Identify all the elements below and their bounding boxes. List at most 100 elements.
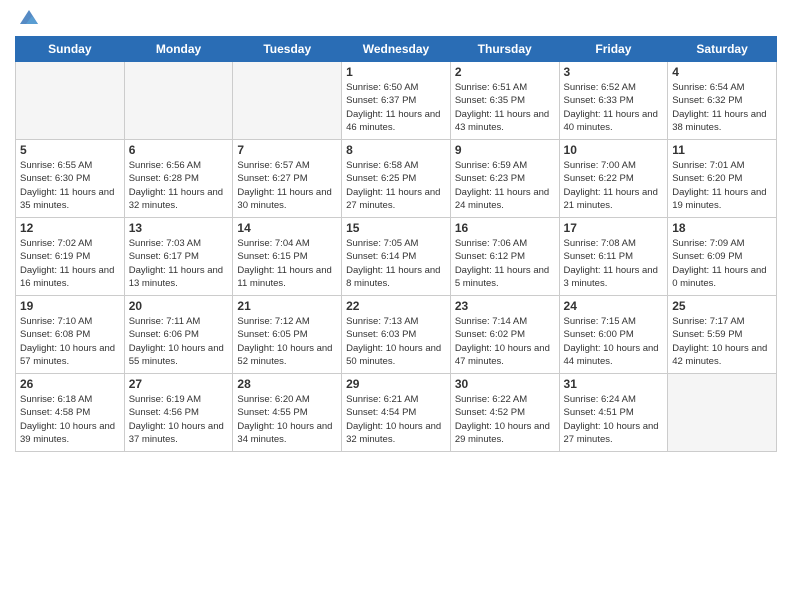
calendar-cell: 19 Sunrise: 7:10 AM Sunset: 6:08 PM Dayli… — [16, 296, 125, 374]
day-number: 31 — [564, 377, 664, 391]
calendar-cell: 5 Sunrise: 6:55 AM Sunset: 6:30 PM Daylig… — [16, 140, 125, 218]
day-info: Sunrise: 6:54 AM Sunset: 6:32 PM Dayligh… — [672, 81, 772, 134]
day-info: Sunrise: 7:04 AM Sunset: 6:15 PM Dayligh… — [237, 237, 337, 290]
day-number: 21 — [237, 299, 337, 313]
day-info: Sunrise: 7:14 AM Sunset: 6:02 PM Dayligh… — [455, 315, 555, 368]
calendar-cell: 30 Sunrise: 6:22 AM Sunset: 4:52 PM Dayli… — [450, 374, 559, 452]
day-number: 1 — [346, 65, 446, 79]
day-info: Sunrise: 7:11 AM Sunset: 6:06 PM Dayligh… — [129, 315, 229, 368]
day-number: 17 — [564, 221, 664, 235]
calendar-cell: 1Sunrise: 6:50 AM Sunset: 6:37 PM Daylig… — [342, 62, 451, 140]
logo — [15, 10, 40, 28]
day-info: Sunrise: 6:57 AM Sunset: 6:27 PM Dayligh… — [237, 159, 337, 212]
day-info: Sunrise: 7:12 AM Sunset: 6:05 PM Dayligh… — [237, 315, 337, 368]
calendar-cell: 8Sunrise: 6:58 AM Sunset: 6:25 PM Daylig… — [342, 140, 451, 218]
calendar-cell: 4 Sunrise: 6:54 AM Sunset: 6:32 PM Daylig… — [668, 62, 777, 140]
day-info: Sunrise: 6:52 AM Sunset: 6:33 PM Dayligh… — [564, 81, 664, 134]
calendar-cell: 23 Sunrise: 7:14 AM Sunset: 6:02 PM Dayli… — [450, 296, 559, 374]
calendar-cell: 22Sunrise: 7:13 AM Sunset: 6:03 PM Dayli… — [342, 296, 451, 374]
weekday-header-row: SundayMondayTuesdayWednesdayThursdayFrid… — [16, 37, 777, 62]
calendar-cell — [668, 374, 777, 452]
calendar-cell: 24Sunrise: 7:15 AM Sunset: 6:00 PM Dayli… — [559, 296, 668, 374]
calendar-cell: 11 Sunrise: 7:01 AM Sunset: 6:20 PM Dayli… — [668, 140, 777, 218]
calendar-week-row: 19 Sunrise: 7:10 AM Sunset: 6:08 PM Dayli… — [16, 296, 777, 374]
day-number: 23 — [455, 299, 555, 313]
day-info: Sunrise: 6:55 AM Sunset: 6:30 PM Dayligh… — [20, 159, 120, 212]
calendar-cell — [233, 62, 342, 140]
header — [15, 10, 777, 28]
day-number: 12 — [20, 221, 120, 235]
day-info: Sunrise: 6:20 AM Sunset: 4:55 PM Dayligh… — [237, 393, 337, 446]
calendar-cell: 17 Sunrise: 7:08 AM Sunset: 6:11 PM Dayli… — [559, 218, 668, 296]
calendar-cell: 12Sunrise: 7:02 AM Sunset: 6:19 PM Dayli… — [16, 218, 125, 296]
day-number: 15 — [346, 221, 446, 235]
day-info: Sunrise: 7:06 AM Sunset: 6:12 PM Dayligh… — [455, 237, 555, 290]
day-number: 27 — [129, 377, 229, 391]
calendar-cell: 10 Sunrise: 7:00 AM Sunset: 6:22 PM Dayli… — [559, 140, 668, 218]
calendar-cell: 29 Sunrise: 6:21 AM Sunset: 4:54 PM Dayli… — [342, 374, 451, 452]
day-info: Sunrise: 7:00 AM Sunset: 6:22 PM Dayligh… — [564, 159, 664, 212]
day-number: 4 — [672, 65, 772, 79]
calendar-cell: 26 Sunrise: 6:18 AM Sunset: 4:58 PM Dayli… — [16, 374, 125, 452]
calendar-cell: 16 Sunrise: 7:06 AM Sunset: 6:12 PM Dayli… — [450, 218, 559, 296]
day-info: Sunrise: 6:51 AM Sunset: 6:35 PM Dayligh… — [455, 81, 555, 134]
day-info: Sunrise: 6:21 AM Sunset: 4:54 PM Dayligh… — [346, 393, 446, 446]
day-number: 11 — [672, 143, 772, 157]
calendar-cell: 31 Sunrise: 6:24 AM Sunset: 4:51 PM Dayli… — [559, 374, 668, 452]
calendar-cell: 14 Sunrise: 7:04 AM Sunset: 6:15 PM Dayli… — [233, 218, 342, 296]
day-info: Sunrise: 7:10 AM Sunset: 6:08 PM Dayligh… — [20, 315, 120, 368]
page-container: SundayMondayTuesdayWednesdayThursdayFrid… — [0, 0, 792, 462]
calendar-week-row: 26 Sunrise: 6:18 AM Sunset: 4:58 PM Dayli… — [16, 374, 777, 452]
calendar-cell: 6 Sunrise: 6:56 AM Sunset: 6:28 PM Daylig… — [124, 140, 233, 218]
calendar-cell: 25 Sunrise: 7:17 AM Sunset: 5:59 PM Dayli… — [668, 296, 777, 374]
weekday-header: Thursday — [450, 37, 559, 62]
calendar-cell: 27 Sunrise: 6:19 AM Sunset: 4:56 PM Dayli… — [124, 374, 233, 452]
calendar-cell: 28 Sunrise: 6:20 AM Sunset: 4:55 PM Dayli… — [233, 374, 342, 452]
day-info: Sunrise: 7:03 AM Sunset: 6:17 PM Dayligh… — [129, 237, 229, 290]
day-number: 16 — [455, 221, 555, 235]
calendar-cell: 20 Sunrise: 7:11 AM Sunset: 6:06 PM Dayli… — [124, 296, 233, 374]
calendar-cell: 2Sunrise: 6:51 AM Sunset: 6:35 PM Daylig… — [450, 62, 559, 140]
day-number: 7 — [237, 143, 337, 157]
day-number: 14 — [237, 221, 337, 235]
calendar-cell — [16, 62, 125, 140]
calendar-cell: 21 Sunrise: 7:12 AM Sunset: 6:05 PM Dayli… — [233, 296, 342, 374]
day-number: 20 — [129, 299, 229, 313]
day-number: 10 — [564, 143, 664, 157]
weekday-header: Sunday — [16, 37, 125, 62]
day-info: Sunrise: 6:59 AM Sunset: 6:23 PM Dayligh… — [455, 159, 555, 212]
weekday-header: Tuesday — [233, 37, 342, 62]
weekday-header: Friday — [559, 37, 668, 62]
day-info: Sunrise: 7:08 AM Sunset: 6:11 PM Dayligh… — [564, 237, 664, 290]
day-number: 9 — [455, 143, 555, 157]
day-number: 5 — [20, 143, 120, 157]
day-info: Sunrise: 7:01 AM Sunset: 6:20 PM Dayligh… — [672, 159, 772, 212]
day-info: Sunrise: 6:19 AM Sunset: 4:56 PM Dayligh… — [129, 393, 229, 446]
day-number: 18 — [672, 221, 772, 235]
day-info: Sunrise: 6:56 AM Sunset: 6:28 PM Dayligh… — [129, 159, 229, 212]
day-number: 25 — [672, 299, 772, 313]
day-number: 19 — [20, 299, 120, 313]
calendar-week-row: 12Sunrise: 7:02 AM Sunset: 6:19 PM Dayli… — [16, 218, 777, 296]
calendar-week-row: 5 Sunrise: 6:55 AM Sunset: 6:30 PM Daylig… — [16, 140, 777, 218]
calendar-cell: 13 Sunrise: 7:03 AM Sunset: 6:17 PM Dayli… — [124, 218, 233, 296]
calendar-cell — [124, 62, 233, 140]
day-info: Sunrise: 6:24 AM Sunset: 4:51 PM Dayligh… — [564, 393, 664, 446]
day-info: Sunrise: 7:09 AM Sunset: 6:09 PM Dayligh… — [672, 237, 772, 290]
day-number: 30 — [455, 377, 555, 391]
day-info: Sunrise: 7:17 AM Sunset: 5:59 PM Dayligh… — [672, 315, 772, 368]
weekday-header: Saturday — [668, 37, 777, 62]
day-number: 26 — [20, 377, 120, 391]
day-info: Sunrise: 6:22 AM Sunset: 4:52 PM Dayligh… — [455, 393, 555, 446]
calendar-cell: 3 Sunrise: 6:52 AM Sunset: 6:33 PM Daylig… — [559, 62, 668, 140]
day-number: 28 — [237, 377, 337, 391]
day-number: 22 — [346, 299, 446, 313]
day-number: 29 — [346, 377, 446, 391]
day-number: 3 — [564, 65, 664, 79]
day-info: Sunrise: 6:18 AM Sunset: 4:58 PM Dayligh… — [20, 393, 120, 446]
day-number: 13 — [129, 221, 229, 235]
day-number: 6 — [129, 143, 229, 157]
logo-icon — [18, 6, 40, 28]
calendar-cell: 18 Sunrise: 7:09 AM Sunset: 6:09 PM Dayli… — [668, 218, 777, 296]
calendar-table: SundayMondayTuesdayWednesdayThursdayFrid… — [15, 36, 777, 452]
